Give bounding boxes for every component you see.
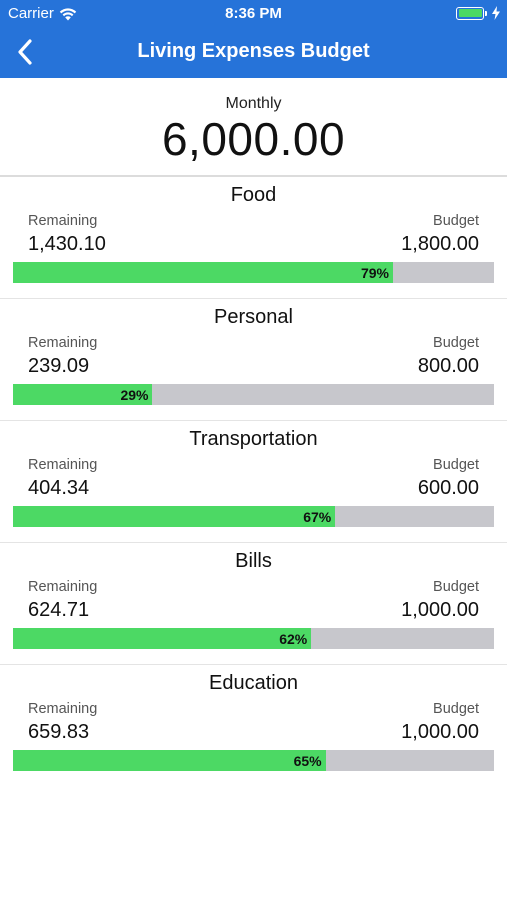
remaining-value: 239.09 bbox=[28, 355, 90, 377]
progress-bar: 65% bbox=[13, 750, 494, 771]
category-transportation[interactable]: Transportation Remaining Budget 404.34 6… bbox=[0, 421, 507, 543]
budget-label: Budget bbox=[433, 701, 479, 717]
monthly-amount: 6,000.00 bbox=[161, 113, 346, 165]
budget-label: Budget bbox=[433, 457, 479, 473]
category-bills[interactable]: Bills Remaining Budget 624.71 1,000.00 6… bbox=[0, 543, 507, 665]
remaining-value: 659.83 bbox=[28, 721, 90, 743]
progress-fill: 67% bbox=[13, 506, 336, 527]
battery-icon bbox=[456, 6, 487, 20]
remaining-label: Remaining bbox=[28, 213, 98, 229]
category-name: Education bbox=[209, 672, 298, 694]
budget-value: 1,000.00 bbox=[401, 599, 479, 621]
budget-value: 1,000.00 bbox=[401, 721, 479, 743]
category-name: Bills bbox=[235, 550, 272, 572]
progress-percent: 79% bbox=[360, 265, 389, 281]
progress-bar: 67% bbox=[13, 506, 494, 527]
battery-level bbox=[458, 9, 482, 17]
charging-bolt-icon bbox=[492, 6, 500, 20]
remaining-value: 1,430.10 bbox=[28, 233, 106, 255]
budget-label: Budget bbox=[433, 579, 479, 595]
progress-fill: 29% bbox=[13, 384, 153, 405]
category-food[interactable]: Food Remaining Budget 1,430.10 1,800.00 … bbox=[0, 177, 507, 299]
budget-value: 600.00 bbox=[417, 477, 479, 499]
monthly-summary: Monthly 6,000.00 bbox=[0, 78, 507, 176]
category-name: Transportation bbox=[189, 428, 318, 450]
progress-bar: 29% bbox=[13, 384, 494, 405]
remaining-label: Remaining bbox=[28, 701, 98, 717]
progress-fill: 79% bbox=[13, 262, 393, 283]
remaining-value: 624.71 bbox=[28, 599, 90, 621]
status-time: 8:36 PM bbox=[225, 5, 282, 22]
page-title: Living Expenses Budget bbox=[137, 40, 370, 62]
progress-fill: 65% bbox=[13, 750, 326, 771]
category-name: Food bbox=[230, 184, 277, 206]
category-name: Personal bbox=[214, 306, 293, 328]
progress-percent: 29% bbox=[120, 387, 149, 403]
budget-label: Budget bbox=[433, 213, 479, 229]
remaining-label: Remaining bbox=[28, 335, 98, 351]
progress-bar: 62% bbox=[13, 628, 494, 649]
navigation-bar: Living Expenses Budget bbox=[0, 28, 507, 78]
remaining-label: Remaining bbox=[28, 457, 98, 473]
progress-percent: 67% bbox=[303, 509, 332, 525]
status-bar: Carrier 8:36 PM bbox=[0, 0, 507, 28]
remaining-label: Remaining bbox=[28, 579, 98, 595]
remaining-value: 404.34 bbox=[28, 477, 90, 499]
category-personal[interactable]: Personal Remaining Budget 239.09 800.00 … bbox=[0, 299, 507, 421]
progress-percent: 65% bbox=[293, 753, 322, 769]
budget-value: 800.00 bbox=[417, 355, 479, 377]
battery-indicator bbox=[456, 6, 501, 20]
progress-bar: 79% bbox=[13, 262, 494, 283]
progress-fill: 62% bbox=[13, 628, 312, 649]
budget-value: 1,800.00 bbox=[401, 233, 479, 255]
category-education[interactable]: Education Remaining Budget 659.83 1,000.… bbox=[0, 665, 507, 787]
monthly-label: Monthly bbox=[225, 95, 282, 112]
budget-label: Budget bbox=[433, 335, 479, 351]
progress-percent: 62% bbox=[279, 631, 308, 647]
app-header: Carrier 8:36 PM Living Expenses Budget bbox=[0, 0, 507, 78]
